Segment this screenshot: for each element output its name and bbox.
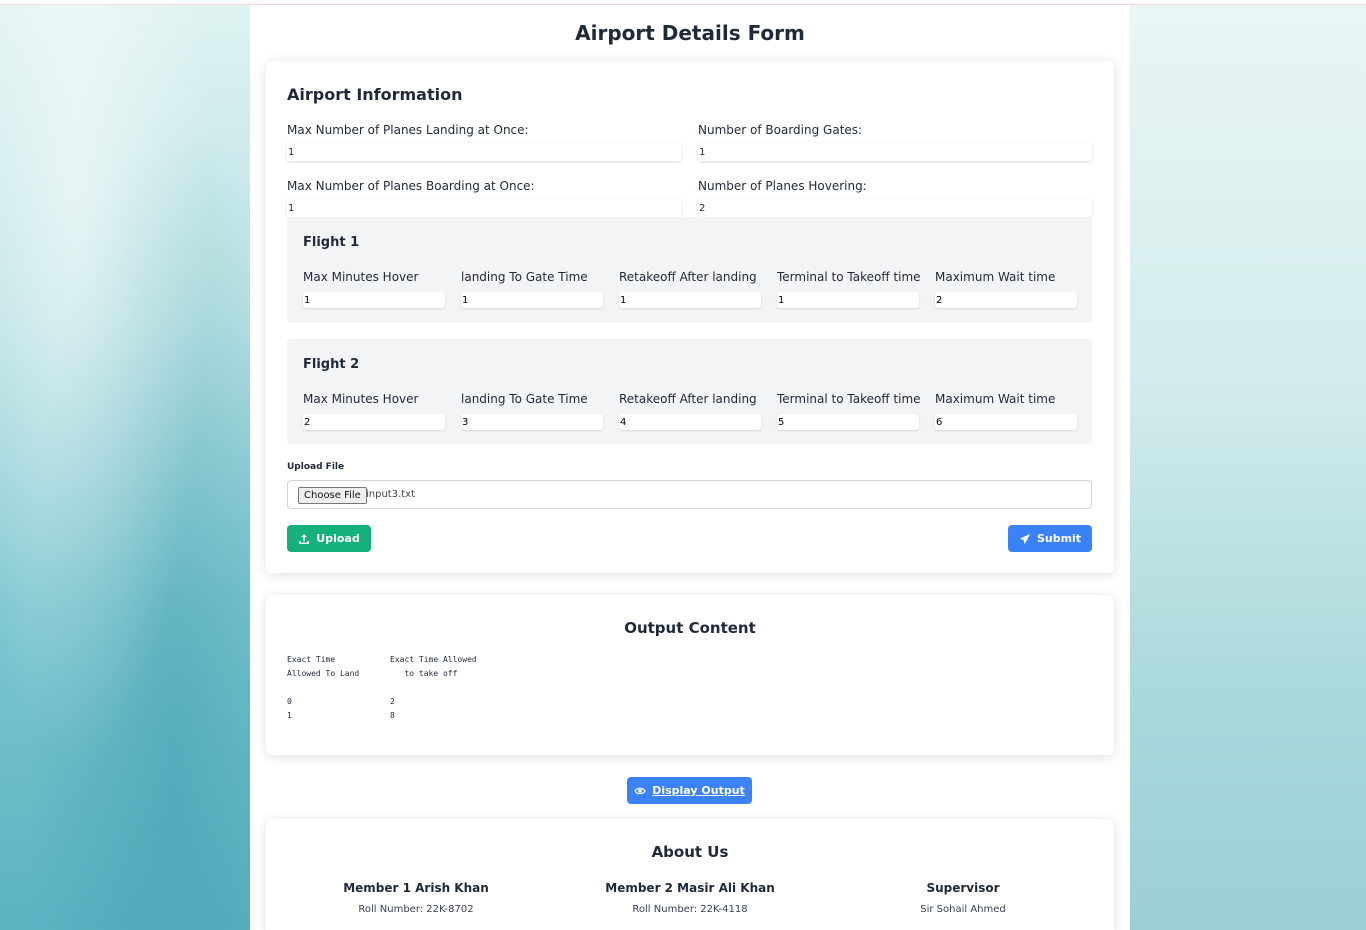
background-left — [0, 0, 250, 930]
flight-col-label: Maximum Wait time — [935, 270, 1056, 284]
upload-icon — [299, 533, 310, 544]
display-output-label: Display Output — [652, 784, 745, 797]
supervisor-title: Supervisor — [926, 881, 1000, 895]
max-landing-label: Max Number of Planes Landing at Once: — [287, 123, 529, 137]
flight-1-gate-input[interactable] — [461, 292, 603, 308]
display-output-button[interactable]: Display Output — [627, 777, 752, 804]
flight-col-label: Max Minutes Hover — [303, 392, 419, 406]
airport-info-card: Airport Information Max Number of Planes… — [266, 61, 1114, 573]
flight-title: Flight 2 — [303, 357, 360, 372]
flight-2-hover-input[interactable] — [303, 414, 445, 430]
flight-1-wait-input[interactable] — [935, 292, 1077, 308]
flight-box-1: Flight 1 Max Minutes Hover landing To Ga… — [287, 217, 1092, 323]
member-detail: Roll Number: 22K-8702 — [358, 904, 474, 915]
flight-1-terminal-input[interactable] — [777, 292, 919, 308]
eye-icon — [634, 787, 646, 794]
output-header-col2-line1: Exact Time Allowed — [390, 655, 477, 664]
supervisor-card: Supervisor Sir Sohail Ahmed — [863, 881, 1063, 915]
max-landing-input[interactable] — [287, 143, 681, 161]
output-header-col1-line1: Exact Time — [287, 655, 336, 664]
about-title: About Us — [651, 843, 729, 861]
flight-2-terminal-input[interactable] — [777, 414, 919, 430]
member-name: Member 2 Masir Ali Khan — [605, 881, 775, 895]
flight-1-hover-input[interactable] — [303, 292, 445, 308]
submit-button[interactable]: Submit — [1008, 525, 1092, 552]
flight-col-label: Maximum Wait time — [935, 392, 1056, 406]
boarding-gates-label: Number of Boarding Gates: — [698, 123, 863, 137]
airport-info-title: Airport Information — [287, 85, 463, 104]
flight-2-gate-input[interactable] — [461, 414, 603, 430]
flight-title: Flight 1 — [303, 235, 360, 250]
member-card: Member 1 Arish Khan Roll Number: 22K-870… — [316, 881, 516, 915]
output-card: Output Content Exact Time Allowed To Lan… — [266, 595, 1114, 755]
output-header-col1-line2: Allowed To Land — [287, 669, 360, 678]
paper-plane-icon — [1019, 533, 1030, 544]
flight-col-label: landing To Gate Time — [461, 270, 588, 284]
main-container: Airport Details Form Airport Information… — [250, 5, 1130, 930]
selected-file-name: input3.txt — [366, 489, 416, 500]
flight-2-wait-input[interactable] — [935, 414, 1077, 430]
output-land-value: 1 — [287, 711, 292, 720]
upload-button[interactable]: Upload — [287, 525, 371, 552]
choose-file-button[interactable]: Choose File — [298, 487, 367, 504]
upload-button-label: Upload — [316, 532, 360, 545]
page-title: Airport Details Form — [575, 21, 805, 45]
submit-button-label: Submit — [1036, 532, 1082, 545]
flight-1-retakeoff-input[interactable] — [619, 292, 761, 308]
flight-box-2: Flight 2 Max Minutes Hover landing To Ga… — [287, 339, 1092, 444]
upload-file-label: Upload File — [287, 462, 345, 472]
flight-col-label: Retakeoff After landing — [619, 270, 757, 284]
boarding-gates-input[interactable] — [698, 143, 1092, 161]
supervisor-name: Sir Sohail Ahmed — [920, 904, 1006, 915]
member-detail: Roll Number: 22K-4118 — [632, 904, 748, 915]
flight-col-label: landing To Gate Time — [461, 392, 588, 406]
output-takeoff-value: 2 — [390, 697, 395, 706]
member-name: Member 1 Arish Khan — [343, 881, 489, 895]
flight-col-label: Max Minutes Hover — [303, 270, 419, 284]
file-input[interactable]: Choose File input3.txt — [287, 480, 1092, 509]
flight-col-label: Retakeoff After landing — [619, 392, 757, 406]
max-boarding-input[interactable] — [287, 199, 681, 217]
hovering-input[interactable] — [698, 199, 1092, 217]
max-boarding-label: Max Number of Planes Boarding at Once: — [287, 179, 535, 193]
background-right — [1130, 0, 1366, 930]
hovering-label: Number of Planes Hovering: — [698, 179, 867, 193]
flight-col-label: Terminal to Takeoff time — [777, 392, 921, 406]
output-takeoff-value: 8 — [390, 711, 395, 720]
output-header-col2-line2: to take off — [390, 669, 458, 678]
about-card: About Us Member 1 Arish Khan Roll Number… — [266, 819, 1114, 930]
flight-col-label: Terminal to Takeoff time — [777, 270, 921, 284]
output-land-value: 0 — [287, 697, 292, 706]
output-title: Output Content — [624, 619, 756, 637]
flight-2-retakeoff-input[interactable] — [619, 414, 761, 430]
member-card: Member 2 Masir Ali Khan Roll Number: 22K… — [590, 881, 790, 915]
